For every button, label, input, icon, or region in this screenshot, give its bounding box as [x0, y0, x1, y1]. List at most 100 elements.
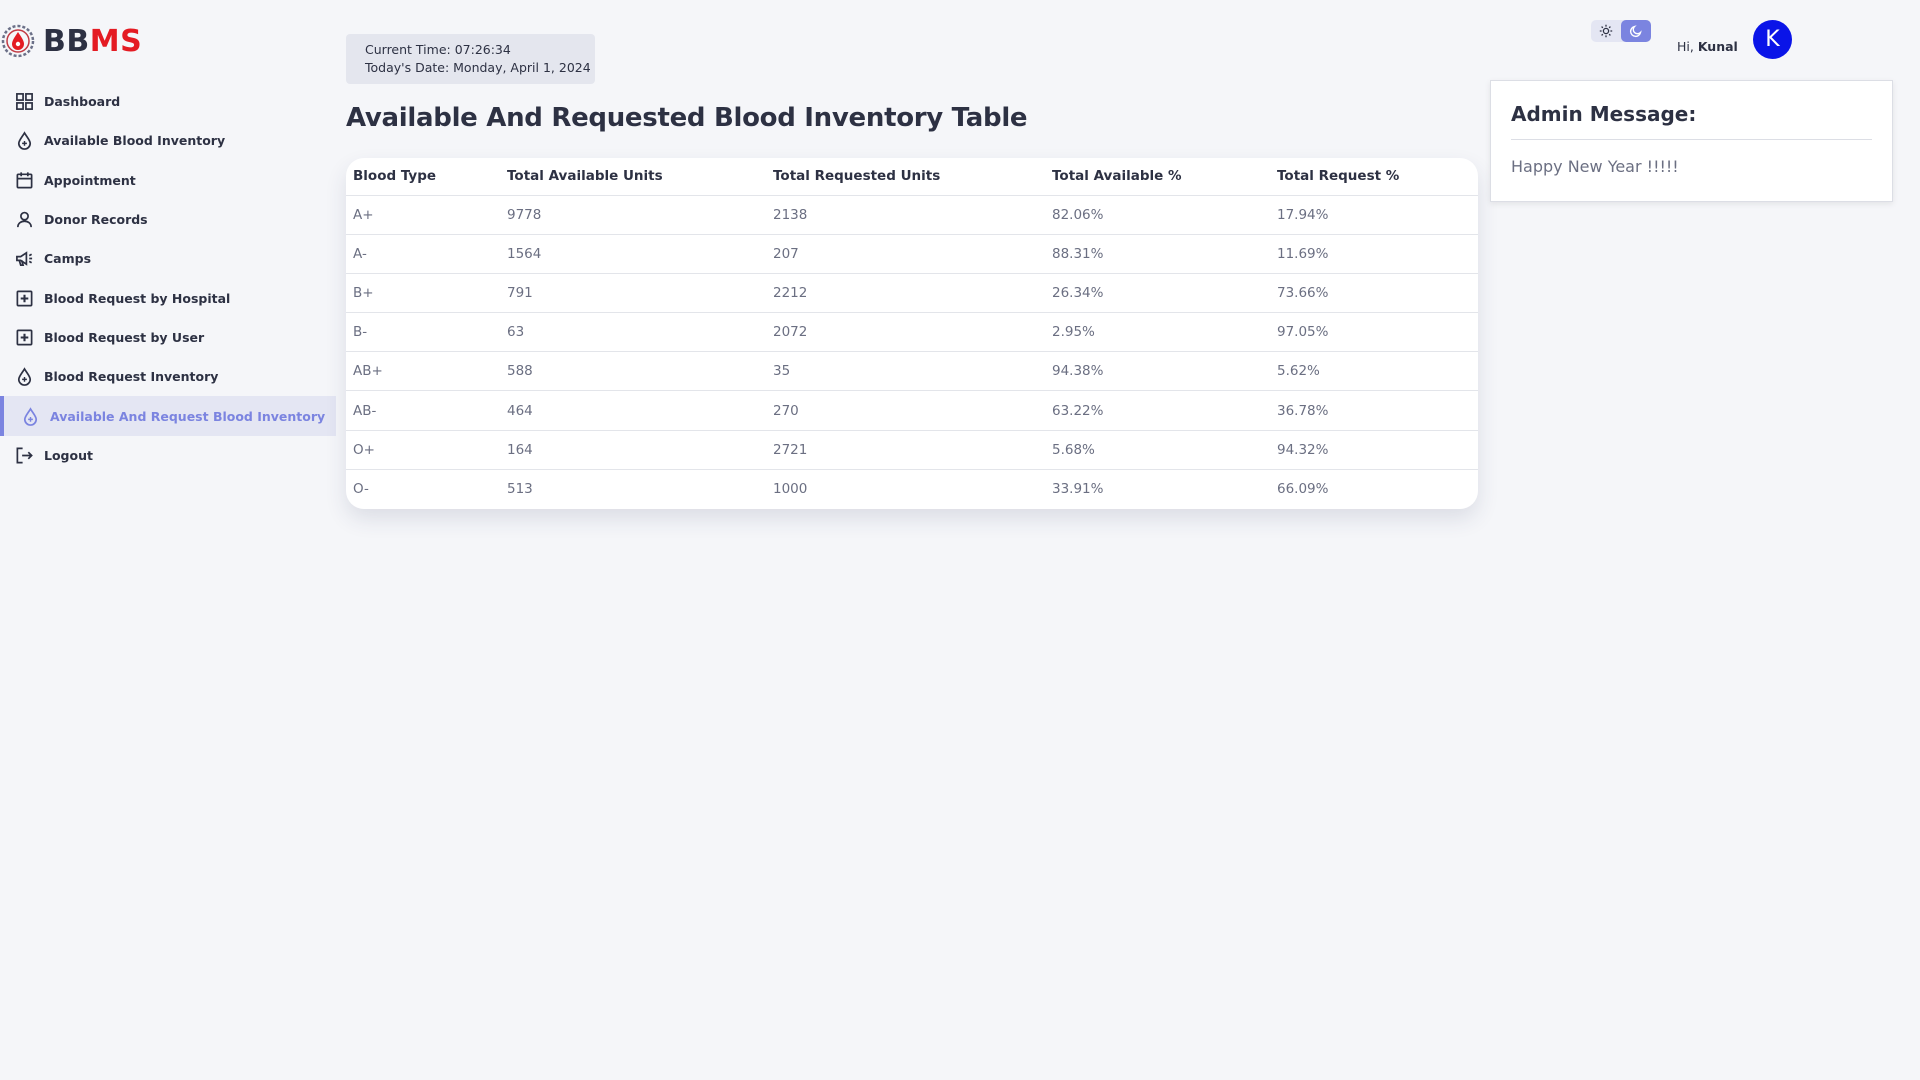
- logout-icon: [15, 446, 34, 465]
- sidebar-nav: Dashboard Available Blood Inventory Appo…: [0, 82, 336, 475]
- sidebar-item-label: Camps: [44, 251, 92, 267]
- table-cell: 82.06%: [1045, 195, 1270, 235]
- table-cell: 11.69%: [1270, 234, 1478, 274]
- clock-panel: Current Time: 07:26:34 Today's Date: Mon…: [346, 34, 595, 84]
- table-cell: 2721: [766, 430, 1045, 470]
- sidebar-item-label: Appointment: [44, 172, 136, 188]
- sidebar-item-blood-request-by-user[interactable]: Blood Request by User: [0, 318, 336, 357]
- table-cell: 270: [766, 390, 1045, 431]
- table-cell: 94.32%: [1270, 430, 1478, 470]
- admin-message-card: Admin Message: Happy New Year !!!!!: [1490, 80, 1893, 202]
- user-greeting: Hi, Kunal: [1677, 39, 1738, 54]
- table-row: A- 1564 207 88.31% 11.69%: [346, 234, 1478, 274]
- blood-drop-icon: [15, 131, 34, 151]
- table-cell: AB-: [346, 390, 500, 431]
- column-header: Blood Type: [346, 158, 500, 196]
- table-cell: 73.66%: [1270, 273, 1478, 314]
- table-cell: 2072: [766, 312, 1045, 353]
- theme-toggle[interactable]: [1591, 20, 1651, 42]
- table-cell: 1564: [500, 234, 766, 274]
- blood-drop-icon: [21, 406, 40, 426]
- sidebar-item-label: Blood Request by Hospital: [44, 290, 231, 306]
- user-name: Kunal: [1697, 39, 1738, 54]
- inventory-table: Blood Type Total Available Units Total R…: [346, 158, 1478, 509]
- table-row: B- 63 2072 2.95% 97.05%: [346, 312, 1478, 353]
- brand-name: BBMS: [43, 23, 143, 59]
- sidebar-item-label: Donor Records: [44, 212, 148, 228]
- table-cell: 588: [500, 351, 766, 392]
- table-cell: AB+: [346, 351, 500, 392]
- table-cell: 9778: [500, 195, 766, 235]
- table-cell: 464: [500, 390, 766, 431]
- table-row: O- 513 1000 33.91% 66.09%: [346, 469, 1478, 508]
- table-header-row: Blood Type Total Available Units Total R…: [346, 158, 1478, 196]
- blood-drop-icon: [15, 367, 34, 387]
- brand-logo[interactable]: BBMS: [0, 20, 142, 62]
- table-row: A+ 9778 2138 82.06% 17.94%: [346, 195, 1478, 235]
- table-cell: 2.95%: [1045, 312, 1270, 353]
- moon-icon[interactable]: [1621, 20, 1651, 42]
- column-header: Total Available %: [1045, 158, 1270, 196]
- megaphone-icon: [15, 249, 34, 268]
- sidebar: BBMS Dashboard Available Blood Inventory…: [0, 0, 336, 1080]
- sidebar-item-blood-request-inventory[interactable]: Blood Request Inventory: [0, 357, 336, 396]
- table-cell: B-: [346, 312, 500, 353]
- table-cell: 5.68%: [1045, 430, 1270, 470]
- table-cell: A+: [346, 195, 500, 235]
- sidebar-item-label: Blood Request Inventory: [44, 369, 219, 385]
- table-cell: 513: [507, 481, 533, 498]
- table-cell: B+: [346, 273, 500, 314]
- sidebar-item-label: Available And Request Blood Inventory: [50, 408, 326, 424]
- plus-square-icon: [15, 289, 34, 308]
- page-title: Available And Requested Blood Inventory …: [346, 103, 1028, 133]
- table-cell: O+: [346, 430, 500, 470]
- table-cell: 36.78%: [1270, 390, 1478, 431]
- sidebar-item-label: Available Blood Inventory: [44, 133, 226, 149]
- table-cell: 2138: [766, 195, 1045, 235]
- sidebar-item-dashboard[interactable]: Dashboard: [0, 82, 336, 121]
- current-date: Today's Date: Monday, April 1, 2024: [365, 60, 591, 75]
- table-cell: 791: [500, 273, 766, 314]
- avatar[interactable]: K: [1753, 20, 1792, 59]
- column-header: Total Available Units: [500, 158, 766, 196]
- table-row: AB- 464 270 63.22% 36.78%: [346, 390, 1478, 431]
- calendar-icon: [15, 171, 34, 190]
- plus-square-icon: [15, 328, 34, 347]
- sun-icon[interactable]: [1591, 20, 1621, 42]
- sidebar-item-camps[interactable]: Camps: [0, 239, 336, 278]
- table-cell: O-: [353, 481, 369, 498]
- table-cell: 63: [500, 312, 766, 353]
- sidebar-item-logout[interactable]: Logout: [0, 436, 336, 475]
- table-cell: 94.38%: [1045, 351, 1270, 392]
- sidebar-item-blood-request-by-hospital[interactable]: Blood Request by Hospital: [0, 278, 336, 317]
- user-icon: [15, 210, 34, 229]
- sidebar-item-available-and-request-blood-inventory[interactable]: Available And Request Blood Inventory: [0, 396, 336, 436]
- table-cell: 97.05%: [1270, 312, 1478, 353]
- table-cell: 26.34%: [1045, 273, 1270, 314]
- table-cell: A-: [346, 234, 500, 274]
- column-header: Total Request %: [1270, 158, 1478, 196]
- inventory-table-card: Blood Type Total Available Units Total R…: [346, 158, 1478, 509]
- sidebar-item-appointment[interactable]: Appointment: [0, 161, 336, 200]
- sidebar-item-donor-records[interactable]: Donor Records: [0, 200, 336, 239]
- bbms-logo-icon: [1, 24, 35, 58]
- table-cell: 164: [500, 430, 766, 470]
- sidebar-item-label: Blood Request by User: [44, 329, 205, 345]
- current-time: Current Time: 07:26:34: [365, 42, 511, 57]
- sidebar-item-available-blood-inventory[interactable]: Available Blood Inventory: [0, 121, 336, 160]
- table-row: B+ 791 2212 26.34% 73.66%: [346, 273, 1478, 314]
- table-cell: 88.31%: [1045, 234, 1270, 274]
- table-cell: 2212: [766, 273, 1045, 314]
- table-row: AB+ 588 35 94.38% 5.62%: [346, 351, 1478, 392]
- admin-message-title: Admin Message:: [1511, 102, 1872, 140]
- table-cell: 5.62%: [1270, 351, 1478, 392]
- sidebar-item-label: Dashboard: [44, 94, 121, 110]
- table-cell: 35: [766, 351, 1045, 392]
- table-cell: 63.22%: [1045, 390, 1270, 431]
- grid-icon: [15, 92, 34, 111]
- table-cell: 17.94%: [1270, 195, 1478, 235]
- admin-message-text: Happy New Year !!!!!: [1511, 157, 1679, 176]
- column-header: Total Requested Units: [766, 158, 1045, 196]
- table-cell: 66.09%: [1277, 481, 1329, 498]
- table-cell: 207: [766, 234, 1045, 274]
